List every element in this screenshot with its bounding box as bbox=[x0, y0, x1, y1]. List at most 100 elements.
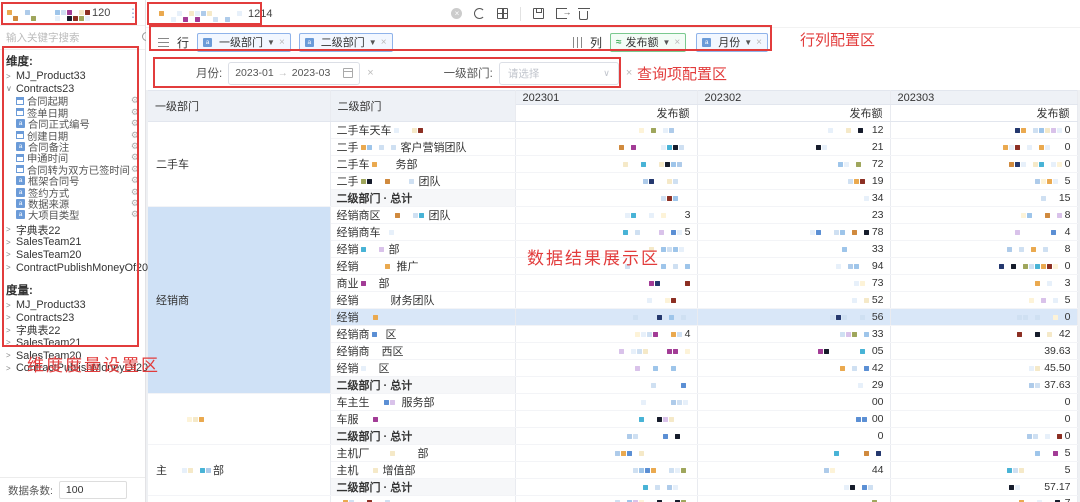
field-item-创建日期[interactable]: 创建日期 ⚙ bbox=[6, 129, 139, 141]
report-name-input[interactable]: × bbox=[282, 4, 463, 24]
subtotal-label[interactable]: 二级部门 · 总计 bbox=[330, 189, 516, 207]
subtotal-label[interactable]: 二级部门 · 总计 bbox=[330, 427, 516, 445]
month-from-value[interactable]: 2023-01 bbox=[235, 67, 274, 79]
value-cell[interactable]: 0 bbox=[890, 155, 1078, 173]
subdept-label[interactable]: 经销 部 bbox=[330, 240, 516, 258]
gear-icon[interactable]: ⚙ bbox=[131, 152, 139, 163]
subdept-label[interactable]: 经销商 区 bbox=[330, 325, 516, 343]
search-input[interactable] bbox=[6, 31, 141, 44]
value-cell[interactable]: 4 bbox=[890, 223, 1078, 241]
value-cell[interactable]: 12 bbox=[697, 121, 891, 139]
gear-icon[interactable]: ⚙ bbox=[131, 164, 139, 175]
pill-二级部门[interactable]: a 二级部门 ▼ × bbox=[298, 32, 393, 52]
refresh-icon[interactable] bbox=[474, 8, 486, 19]
field-item-合同正式编号[interactable]: a 合同正式编号 ⚙ bbox=[6, 118, 139, 129]
subdept-label[interactable]: 经销 推广 bbox=[330, 257, 516, 275]
value-cell[interactable]: 4 bbox=[515, 325, 698, 343]
value-cell[interactable] bbox=[515, 274, 698, 292]
value-cell[interactable]: 0 bbox=[890, 257, 1078, 275]
group-cell[interactable]: 二手车 bbox=[148, 121, 331, 207]
value-cell[interactable]: 00 bbox=[697, 410, 891, 428]
tree-node-SalesTeam20[interactable]: > SalesTeam20 bbox=[6, 249, 139, 262]
subdept-label[interactable]: 主机厂 部 bbox=[330, 444, 516, 462]
value-cell[interactable]: 57.17 bbox=[890, 478, 1078, 496]
gear-icon[interactable]: ⚙ bbox=[131, 175, 139, 186]
gear-icon[interactable]: ⚙ bbox=[131, 141, 139, 152]
value-cell[interactable] bbox=[697, 444, 891, 462]
subdept-label[interactable]: 商业 部 bbox=[330, 274, 516, 292]
value-cell[interactable]: 94 bbox=[697, 257, 891, 275]
value-cell[interactable]: 0 bbox=[890, 308, 1078, 326]
value-cell[interactable]: 0 bbox=[890, 410, 1078, 428]
value-cell[interactable] bbox=[515, 155, 698, 173]
tree-node-MJ_Product33[interactable]: > MJ_Product33 bbox=[6, 299, 139, 312]
delete-icon[interactable] bbox=[577, 8, 590, 20]
subdept-label[interactable]: 车服 bbox=[330, 410, 516, 428]
month-filter-remove-icon[interactable]: × bbox=[367, 67, 373, 79]
value-cell[interactable]: 42 bbox=[890, 325, 1078, 343]
value-cell[interactable]: 34 bbox=[697, 189, 891, 207]
value-cell[interactable]: 8 bbox=[890, 206, 1078, 224]
field-item-申通时间[interactable]: 申通时间 ⚙ bbox=[6, 152, 139, 164]
pill-一级部门[interactable]: a 一级部门 ▼ × bbox=[197, 32, 291, 52]
table-row[interactable]: 7 bbox=[148, 495, 1078, 502]
tree-node-SalesTeam21[interactable]: > SalesTeam21 bbox=[6, 236, 139, 249]
group-cell[interactable]: 经销商 bbox=[148, 206, 331, 394]
value-cell[interactable]: 0 bbox=[697, 427, 891, 445]
value-cell[interactable] bbox=[697, 478, 891, 496]
field-item-合同起期[interactable]: 合同起期 ⚙ bbox=[6, 95, 139, 107]
subdept-label[interactable]: 经销商区 团队 bbox=[330, 206, 516, 224]
tree-node-SalesTeam20[interactable]: > SalesTeam20 bbox=[6, 349, 139, 362]
value-cell[interactable]: 56 bbox=[697, 308, 891, 326]
tree-node-字典表22[interactable]: > 字典表22 bbox=[6, 223, 139, 237]
field-item-框架合同号[interactable]: a 框架合同号 ⚙ bbox=[6, 175, 139, 186]
field-item-合同备注[interactable]: a 合同备注 ⚙ bbox=[6, 141, 139, 152]
value-cell[interactable]: 0 bbox=[890, 138, 1078, 156]
value-cell[interactable] bbox=[515, 410, 698, 428]
subdept-label[interactable]: 经销商 西区 bbox=[330, 342, 516, 360]
table-view-icon[interactable] bbox=[497, 8, 509, 19]
subtotal-label[interactable]: 二级部门 · 总计 bbox=[330, 376, 516, 394]
gear-icon[interactable]: ⚙ bbox=[131, 130, 139, 141]
gear-icon[interactable]: ⚙ bbox=[131, 118, 139, 129]
value-cell[interactable]: 00 bbox=[697, 393, 891, 411]
subdept-label[interactable]: 二手 团队 bbox=[330, 172, 516, 190]
subdept-label[interactable]: 经销 区 bbox=[330, 359, 516, 377]
subdept-label[interactable]: 主机 增值部 bbox=[330, 461, 516, 479]
value-cell[interactable]: 7 bbox=[890, 495, 1078, 502]
dept-select[interactable]: 请选择 ∨ bbox=[498, 61, 619, 85]
value-cell[interactable]: 0 bbox=[890, 393, 1078, 411]
field-item-合同转为双方已签时间[interactable]: 合同转为双方已签时间 ⚙ bbox=[6, 164, 139, 175]
value-cell[interactable] bbox=[515, 291, 698, 309]
pill-dropdown-icon[interactable]: ▼ bbox=[744, 38, 752, 47]
dept-filter-remove-icon[interactable]: × bbox=[626, 67, 632, 79]
value-cell[interactable]: 42 bbox=[697, 359, 891, 377]
value-cell[interactable] bbox=[515, 308, 698, 326]
pill-remove-icon[interactable]: × bbox=[756, 37, 762, 48]
value-cell[interactable] bbox=[515, 172, 698, 190]
value-cell[interactable]: 29 bbox=[697, 376, 891, 394]
gear-icon[interactable]: ⚙ bbox=[131, 187, 139, 198]
field-item-签单日期[interactable]: 签单日期 ⚙ bbox=[6, 107, 139, 118]
value-cell[interactable]: 73 bbox=[697, 274, 891, 292]
table-row[interactable]: 经销商 经销商区 团队 3 23 8 bbox=[148, 206, 1078, 394]
tree-node-SalesTeam21[interactable]: > SalesTeam21 bbox=[6, 337, 139, 350]
subdept-label[interactable]: 二手 客户营销团队 bbox=[330, 138, 516, 156]
field-item-数据来源[interactable]: a 数据来源 ⚙ bbox=[6, 198, 139, 209]
field-item-签约方式[interactable]: a 签约方式 ⚙ bbox=[6, 186, 139, 198]
value-cell[interactable] bbox=[515, 478, 698, 496]
group-cell[interactable] bbox=[148, 495, 331, 502]
group-cell[interactable]: 主部 bbox=[148, 444, 331, 496]
value-cell[interactable]: 15 bbox=[890, 189, 1078, 207]
month-to-value[interactable]: 2023-03 bbox=[292, 67, 331, 79]
group-cell[interactable] bbox=[148, 393, 331, 445]
gear-icon[interactable]: ⚙ bbox=[131, 95, 139, 106]
value-cell[interactable]: 5 bbox=[890, 291, 1078, 309]
value-cell[interactable]: 37.63 bbox=[890, 376, 1078, 394]
export-icon[interactable] bbox=[556, 7, 571, 19]
tree-node-ContractPublishMoneyOf2011[interactable]: > ContractPublishMoneyOf2011 bbox=[6, 362, 159, 375]
subdept-label[interactable]: 经销 bbox=[330, 308, 516, 326]
subdept-label[interactable]: 二手车 务部 bbox=[330, 155, 516, 173]
gear-icon[interactable]: ⚙ bbox=[131, 198, 139, 209]
value-cell[interactable] bbox=[515, 461, 698, 479]
